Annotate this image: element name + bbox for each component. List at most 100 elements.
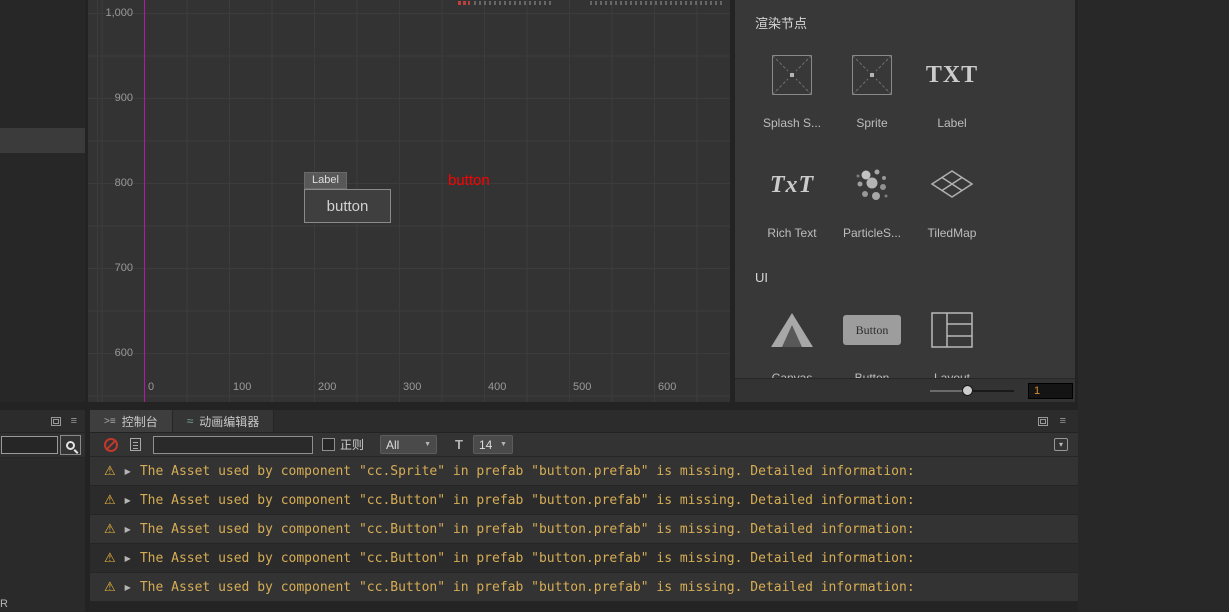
asset-item-label: Sprite [856, 116, 888, 130]
label-txt-icon: TXT [925, 61, 979, 88]
log-level-dropdown[interactable]: All ▼ [380, 435, 438, 454]
font-size-value: 14 [478, 437, 493, 452]
log-text: The Asset used by component "cc.Button" … [139, 492, 915, 508]
console-panel: >≡ 控制台 ≈ 动画编辑器 ≡ 正则 All ▼ T 14 ▼ ▾ ⚠ ▶ T… [90, 410, 1078, 612]
warning-icon: ⚠ [104, 550, 116, 565]
y-axis-label: 600 [114, 347, 133, 359]
left-panel-highlight-row[interactable] [0, 128, 85, 153]
regex-checkbox[interactable] [322, 438, 335, 451]
zoom-slider-handle[interactable] [962, 385, 973, 396]
expand-arrow-icon[interactable]: ▶ [125, 583, 131, 592]
expand-arrow-icon[interactable]: ▶ [125, 554, 131, 563]
x-axis-label: 200 [318, 381, 337, 393]
y-axis-label: 800 [114, 177, 133, 189]
label-node-text[interactable]: button [448, 172, 490, 189]
button-node[interactable]: button [304, 189, 391, 223]
scene-view[interactable]: 1,000 900 800 700 600 0 100 200 300 400 … [88, 0, 730, 402]
warning-icon: ⚠ [104, 521, 116, 536]
console-filter-input[interactable] [153, 435, 313, 454]
clear-console-icon[interactable] [104, 437, 118, 452]
render-nodes-section-title: 渲染节点 [755, 16, 808, 31]
asset-item-label: ParticleS... [842, 226, 902, 240]
layout-icon [914, 305, 990, 355]
asset-item-layout[interactable]: Layout [914, 305, 990, 385]
expand-arrow-icon[interactable]: ▶ [125, 496, 131, 505]
sprite-frame-icon [834, 50, 910, 100]
console-icon: >≡ [104, 415, 116, 427]
zoom-value-field[interactable]: 1 [1028, 383, 1073, 399]
log-row[interactable]: ⚠ ▶ The Asset used by component "cc.Butt… [90, 486, 1078, 515]
panel-menu-icon[interactable]: ≡ [71, 415, 77, 427]
warning-icon: ⚠ [104, 579, 116, 594]
asset-item-button[interactable]: Button Button [834, 305, 910, 385]
asset-item-particle-system[interactable]: ParticleS... [834, 160, 910, 240]
tab-console[interactable]: >≡ 控制台 [90, 410, 173, 432]
log-row[interactable]: ⚠ ▶ The Asset used by component "cc.Butt… [90, 544, 1078, 573]
asset-item-sprite[interactable]: Sprite [834, 50, 910, 130]
ui-section-title: UI [755, 270, 768, 285]
x-axis-label: 100 [233, 381, 252, 393]
log-row[interactable]: ⚠ ▶ The Asset used by component "cc.Butt… [90, 573, 1078, 602]
console-tab-bar: >≡ 控制台 ≈ 动画编辑器 ≡ [90, 410, 1078, 433]
clipped-gizmo-text [458, 1, 470, 5]
rich-text-icon: TxT [769, 171, 815, 198]
tiledmap-icon [914, 160, 990, 210]
asset-item-rich-text[interactable]: TxT Rich Text [754, 160, 830, 241]
log-row[interactable]: ⚠ ▶ The Asset used by component "cc.Butt… [90, 515, 1078, 544]
search-input[interactable] [1, 436, 58, 454]
asset-item-label: TiledMap [927, 226, 977, 240]
bottom-left-toolbar [0, 433, 85, 458]
y-axis-label: 1,000 [105, 7, 133, 19]
tab-label: 动画编辑器 [199, 414, 260, 429]
x-axis-label: 400 [488, 381, 507, 393]
log-row[interactable]: ⚠ ▶ The Asset used by component "cc.Spri… [90, 457, 1078, 486]
tab-label: 控制台 [121, 414, 158, 429]
warning-icon: ⚠ [104, 492, 116, 507]
tab-animation-editor[interactable]: ≈ 动画编辑器 [172, 410, 275, 432]
console-bottom-strip [90, 602, 1078, 612]
asset-item-splash-screen[interactable]: Splash S... [754, 50, 830, 130]
collapse-panel-icon[interactable]: ▾ [1054, 438, 1068, 451]
bottom-left-cropped-panel: ≡ R [0, 410, 85, 612]
left-cropped-panel [0, 0, 85, 402]
asset-item-tiledmap[interactable]: TiledMap [914, 160, 990, 240]
particle-system-icon [834, 160, 910, 210]
log-text: The Asset used by component "cc.Button" … [139, 521, 915, 537]
animation-wave-icon: ≈ [186, 414, 194, 428]
log-text: The Asset used by component "cc.Button" … [139, 579, 915, 595]
x-axis-label: 600 [658, 381, 677, 393]
canvas-icon [754, 305, 830, 355]
font-size-dropdown[interactable]: 14 ▼ [472, 435, 513, 454]
node-name-tag[interactable]: Label [304, 172, 347, 189]
empty-dock-area [1078, 0, 1229, 612]
open-log-file-icon[interactable] [130, 438, 141, 451]
float-panel-icon[interactable] [1037, 416, 1048, 426]
asset-item-label: Rich Text [767, 226, 817, 240]
clipped-gizmo-text [590, 1, 723, 5]
regex-label: 正则 [340, 438, 365, 452]
asset-item-label-node[interactable]: TXT Label [914, 50, 990, 131]
console-toolbar: 正则 All ▼ T 14 ▼ ▾ [90, 433, 1078, 457]
warning-icon: ⚠ [104, 463, 116, 478]
clipped-gizmo-text [474, 1, 552, 5]
node-library-footer: 1 [735, 378, 1075, 402]
font-size-icon: T [455, 437, 463, 452]
bottom-left-panel-header: ≡ [0, 410, 85, 433]
chevron-down-icon: ▼ [500, 441, 507, 448]
expand-arrow-icon[interactable]: ▶ [125, 467, 131, 476]
asset-item-label: Splash S... [762, 116, 822, 130]
asset-item-canvas[interactable]: Canvas [754, 305, 830, 385]
x-axis-label: 0 [148, 381, 155, 393]
button-icon: Button [843, 315, 901, 345]
chevron-down-icon: ▼ [424, 441, 432, 448]
float-panel-icon[interactable] [50, 416, 61, 426]
y-axis-label: 700 [114, 262, 133, 274]
search-button[interactable] [60, 435, 81, 455]
search-icon [66, 440, 75, 450]
x-axis-label: 500 [573, 381, 592, 393]
log-text: The Asset used by component "cc.Button" … [139, 550, 915, 566]
panel-menu-icon[interactable]: ≡ [1060, 415, 1066, 427]
expand-arrow-icon[interactable]: ▶ [125, 525, 131, 534]
node-library-panel: 渲染节点 Splash S... Sprite TXT Label TxT Ri… [735, 0, 1075, 402]
scene-origin-axis [144, 0, 145, 402]
